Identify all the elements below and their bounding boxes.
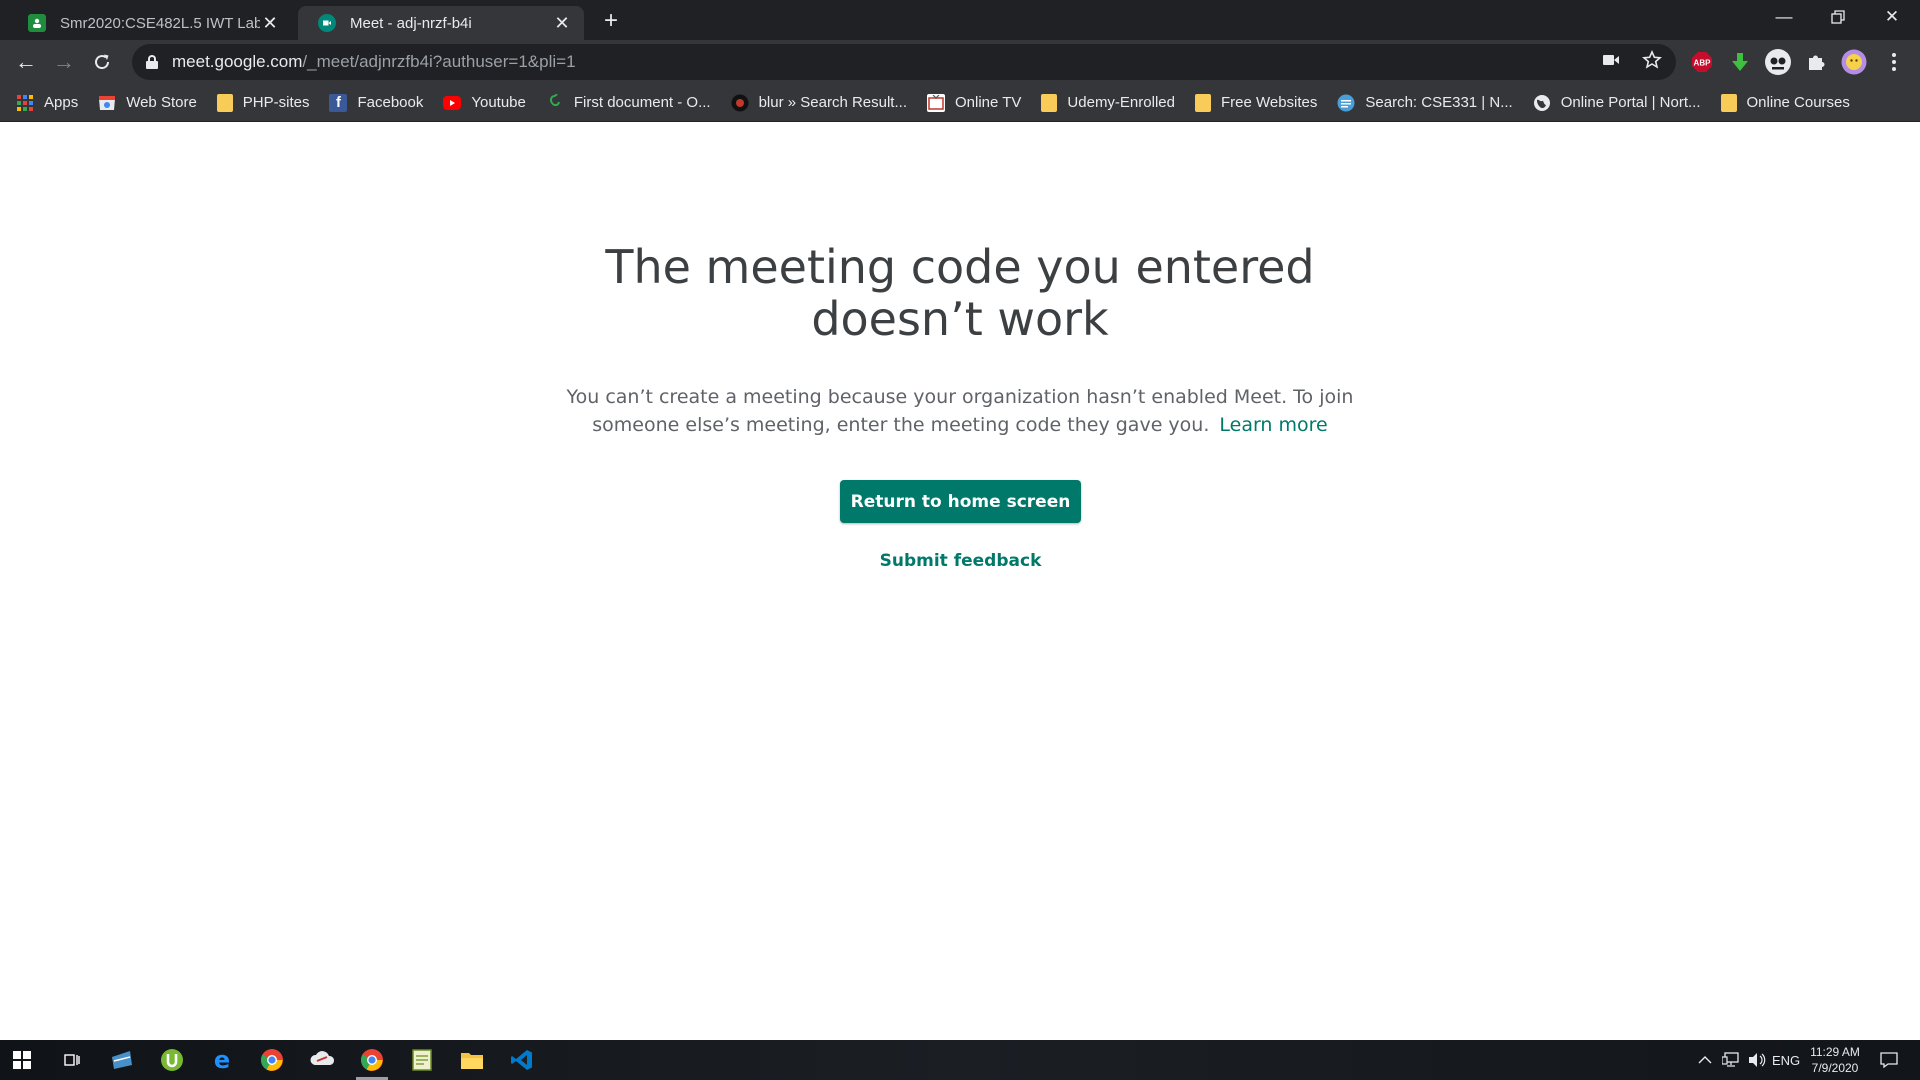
- input-language-indicator[interactable]: ENG: [1772, 1040, 1800, 1080]
- edge-browser-icon[interactable]: e: [202, 1044, 242, 1076]
- bookmarks-bar: Apps Web Store PHP-sites f Facebook Yout…: [0, 84, 1920, 122]
- classroom-icon: [28, 14, 46, 32]
- svg-text:e: e: [214, 1048, 230, 1072]
- bookmark-label: Udemy-Enrolled: [1067, 94, 1175, 111]
- download-arrow-icon[interactable]: [1726, 48, 1754, 76]
- globe-icon: [1533, 94, 1551, 112]
- bookmark-label: Search: CSE331 | N...: [1365, 94, 1513, 111]
- forward-button[interactable]: →: [50, 48, 78, 76]
- folder-icon: [216, 93, 233, 112]
- extensions-puzzle-icon[interactable]: [1802, 48, 1830, 76]
- back-button[interactable]: ←: [12, 48, 40, 76]
- youtube-icon: [443, 94, 462, 112]
- tv-icon: [926, 93, 945, 112]
- learn-more-link[interactable]: Learn more: [1219, 414, 1327, 436]
- folder-icon: [1041, 93, 1058, 112]
- chrome-menu-icon[interactable]: [1880, 48, 1908, 76]
- utorrent-icon[interactable]: [152, 1044, 192, 1076]
- bookmark-web-store[interactable]: Web Store: [98, 94, 197, 112]
- chrome-icon[interactable]: [252, 1044, 292, 1076]
- bookmark-folder-free-websites[interactable]: Free Websites: [1194, 93, 1318, 112]
- bookmark-label: Online TV: [954, 94, 1022, 111]
- bookmark-label: blur » Search Result...: [758, 94, 907, 111]
- bookmark-facebook[interactable]: f Facebook: [329, 93, 424, 112]
- bookmark-label: Facebook: [357, 94, 424, 111]
- bookmark-label: Apps: [44, 94, 79, 111]
- volume-icon[interactable]: [1748, 1040, 1766, 1080]
- bookmark-label: Online Portal | Nort...: [1560, 94, 1701, 111]
- restore-button[interactable]: [1810, 0, 1866, 34]
- browser-toolbar: ← → meet.google.com/_meet/adjnrzfb4i?aut…: [0, 40, 1920, 84]
- web-store-icon: [98, 94, 116, 112]
- bookmark-label: Free Websites: [1220, 94, 1318, 111]
- tab-meet[interactable]: Meet - adj-nrzf-b4i ✕: [298, 6, 584, 40]
- vscode-icon[interactable]: [502, 1044, 542, 1076]
- meet-error-page: The meeting code you entered doesn’t wor…: [0, 123, 1920, 1040]
- search-site-icon: [1337, 94, 1355, 112]
- bookmark-label: Youtube: [471, 94, 526, 111]
- clock-time: 11:29 AM: [1810, 1045, 1860, 1059]
- tab-classroom[interactable]: Smr2020:CSE482L.5 IWT Lab 05 ✕: [8, 6, 292, 40]
- tab-title: Smr2020:CSE482L.5 IWT Lab 05: [60, 14, 260, 32]
- pinned-app-icon[interactable]: [102, 1044, 142, 1076]
- return-home-button[interactable]: Return to home screen: [840, 480, 1081, 523]
- cloud-app-icon[interactable]: [302, 1044, 342, 1076]
- bookmark-label: First document - O...: [573, 94, 711, 111]
- bookmark-label: Web Store: [126, 94, 197, 111]
- apps-grid-icon: [16, 94, 34, 112]
- bookmark-first-document[interactable]: First document - O...: [546, 93, 711, 112]
- bookmark-online-tv[interactable]: Online TV: [926, 93, 1022, 112]
- svg-text:ABP: ABP: [1694, 59, 1712, 68]
- url-text: meet.google.com/_meet/adjnrzfb4i?authuse…: [172, 52, 576, 71]
- minimize-button[interactable]: —: [1756, 0, 1812, 34]
- system-clock[interactable]: 11:29 AM 7/9/2020: [1800, 1044, 1870, 1076]
- facebook-icon: f: [329, 93, 348, 112]
- clock-date: 7/9/2020: [1811, 1061, 1859, 1075]
- network-icon[interactable]: [1722, 1040, 1740, 1080]
- close-tab-icon[interactable]: ✕: [260, 13, 280, 33]
- action-center-icon[interactable]: [1880, 1040, 1898, 1080]
- bookmark-folder-php-sites[interactable]: PHP-sites: [216, 93, 310, 112]
- bookmark-youtube[interactable]: Youtube: [443, 94, 526, 112]
- bookmark-star-icon[interactable]: [1642, 49, 1662, 75]
- close-tab-icon[interactable]: ✕: [552, 13, 572, 33]
- tab-strip: Smr2020:CSE482L.5 IWT Lab 05 ✕ Meet - ad…: [0, 0, 1920, 40]
- blur-icon: [731, 94, 749, 112]
- submit-feedback-link[interactable]: Submit feedback: [840, 551, 1081, 571]
- folder-icon: [1194, 93, 1211, 112]
- bookmark-folder-udemy[interactable]: Udemy-Enrolled: [1041, 93, 1175, 112]
- error-headline: The meeting code you entered doesn’t wor…: [605, 240, 1315, 346]
- notepad-icon[interactable]: [402, 1044, 442, 1076]
- reload-button[interactable]: [88, 48, 116, 76]
- close-window-button[interactable]: ✕: [1864, 0, 1920, 34]
- adblock-plus-icon[interactable]: ABP: [1688, 48, 1716, 76]
- document-icon: [546, 93, 564, 112]
- folder-icon: [1720, 93, 1737, 112]
- tab-title: Meet - adj-nrzf-b4i: [350, 14, 472, 32]
- bookmark-folder-online-courses[interactable]: Online Courses: [1720, 93, 1850, 112]
- lock-icon[interactable]: [146, 55, 158, 69]
- address-bar[interactable]: meet.google.com/_meet/adjnrzfb4i?authuse…: [132, 44, 1676, 80]
- bookmark-online-portal[interactable]: Online Portal | Nort...: [1533, 94, 1701, 112]
- file-explorer-icon[interactable]: [452, 1044, 492, 1076]
- show-hidden-icons-icon[interactable]: [1698, 1040, 1712, 1080]
- profile-extension-icon[interactable]: [1764, 48, 1792, 76]
- bookmark-search-cse331[interactable]: Search: CSE331 | N...: [1337, 94, 1513, 112]
- bookmark-blur-search[interactable]: blur » Search Result...: [731, 94, 907, 112]
- error-message: You can’t create a meeting because your …: [520, 383, 1400, 439]
- windows-start-icon[interactable]: [2, 1044, 42, 1076]
- new-tab-button[interactable]: +: [596, 6, 626, 36]
- windows-taskbar: e ENG 11:29 AM 7/9/2020: [0, 1040, 1920, 1080]
- task-view-icon[interactable]: [52, 1044, 92, 1076]
- meet-icon: [318, 14, 336, 32]
- bookmark-apps[interactable]: Apps: [16, 94, 78, 112]
- bookmark-label: PHP-sites: [242, 94, 310, 111]
- profile-avatar[interactable]: [1840, 48, 1868, 76]
- chrome-active-icon[interactable]: [352, 1044, 392, 1080]
- camera-icon[interactable]: [1602, 53, 1620, 72]
- bookmark-label: Online Courses: [1746, 94, 1850, 111]
